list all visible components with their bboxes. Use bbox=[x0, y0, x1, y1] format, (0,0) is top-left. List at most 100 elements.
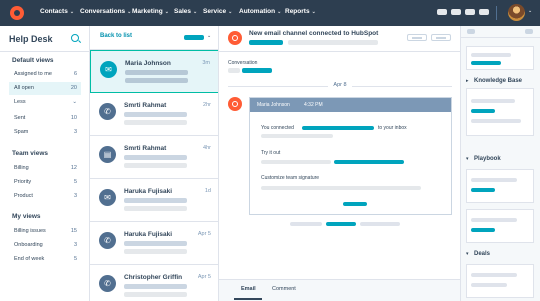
hubspot-sprocket-icon bbox=[228, 97, 242, 111]
chevron-down-icon: ⌄ bbox=[164, 9, 169, 15]
nav-sales[interactable]: Sales ⌄ bbox=[174, 8, 197, 15]
ticket-list: Back to list ⌄ ✉ Maria Johnson 3m ✆ Smrt… bbox=[90, 26, 219, 301]
message-line bbox=[261, 160, 331, 164]
phone-icon: ✆ bbox=[99, 275, 116, 292]
hubspot-sprocket-icon bbox=[228, 31, 242, 45]
nav-utility-button[interactable] bbox=[479, 9, 489, 15]
right-sidebar: ▸ Knowledge Base ▾ Playbook ▾ Deals bbox=[461, 26, 540, 301]
inbox-link[interactable] bbox=[302, 126, 374, 130]
ticket-item[interactable]: ✉ Haruka Fujisaki 1d bbox=[90, 179, 218, 222]
section-knowledge-base[interactable]: ▸ Knowledge Base bbox=[461, 75, 540, 89]
view-all-open[interactable]: All open 20 bbox=[9, 82, 81, 95]
info-card[interactable] bbox=[466, 46, 534, 70]
message-text: Try it out bbox=[261, 150, 281, 156]
knowledge-base-card[interactable] bbox=[466, 88, 534, 136]
ticket-item[interactable]: ✆ Haruka Fujisaki Apr 5 bbox=[90, 222, 218, 265]
ticket-preview-line bbox=[124, 284, 187, 289]
tab-comment[interactable]: Comment bbox=[272, 286, 296, 292]
ticket-preview-line bbox=[124, 163, 187, 168]
header-meta-line bbox=[288, 40, 378, 45]
sidebar-settings-button[interactable] bbox=[525, 29, 533, 34]
message-header: Maria Johnson 4:32 PM bbox=[250, 98, 451, 112]
view-label: Priority bbox=[14, 179, 32, 185]
ticket-contact-name: Haruka Fujisaki bbox=[124, 188, 173, 195]
nav-marketing[interactable]: Marketing ⌄ bbox=[132, 8, 169, 15]
view-end-of-week[interactable]: End of week 5 bbox=[9, 253, 81, 266]
view-billing-issues[interactable]: Billing issues 15 bbox=[9, 225, 81, 238]
view-onboarding[interactable]: Onboarding 3 bbox=[9, 239, 81, 252]
ticket-item[interactable]: ✆ Smrti Rahmat 2hr bbox=[90, 93, 218, 136]
card-link[interactable] bbox=[471, 228, 495, 232]
view-count: 3 bbox=[73, 242, 77, 248]
ticket-contact-name: Christopher Griffin bbox=[124, 274, 183, 281]
ticket-time: 1d bbox=[204, 188, 211, 194]
chevron-down-icon[interactable]: ⌄ bbox=[528, 8, 532, 14]
chevron-down-icon: ▾ bbox=[466, 251, 469, 257]
view-priority[interactable]: Priority 5 bbox=[9, 176, 81, 189]
view-assigned-to-me[interactable]: Assigned to me 6 bbox=[9, 68, 81, 81]
sort-dropdown[interactable] bbox=[184, 35, 204, 40]
message-footer-line bbox=[290, 222, 322, 226]
back-to-list-link[interactable]: Back to list bbox=[100, 33, 132, 39]
ticket-item[interactable]: ▤ Smrti Rahmat 4hr bbox=[90, 136, 218, 179]
card-link[interactable] bbox=[471, 61, 501, 65]
date-label: Apr 8 bbox=[333, 82, 347, 88]
view-less-toggle[interactable]: Less ⌄ bbox=[9, 96, 81, 109]
nav-automation[interactable]: Automation ⌄ bbox=[239, 8, 281, 15]
channel-indicator bbox=[228, 68, 240, 73]
message-line bbox=[261, 186, 421, 190]
nav-utility-button[interactable] bbox=[451, 9, 461, 15]
playbook-card[interactable] bbox=[466, 169, 534, 203]
ticket-item-selected[interactable]: ✉ Maria Johnson 3m bbox=[90, 50, 218, 93]
header-action-button[interactable] bbox=[431, 34, 451, 41]
user-avatar[interactable] bbox=[508, 4, 525, 21]
hubspot-logo-icon[interactable] bbox=[10, 6, 24, 20]
message-action-link[interactable] bbox=[343, 202, 367, 206]
view-billing[interactable]: Billing 12 bbox=[9, 162, 81, 175]
channel-pill[interactable] bbox=[242, 68, 272, 73]
nav-utility-button[interactable] bbox=[437, 9, 447, 15]
card-link[interactable] bbox=[471, 109, 495, 113]
chevron-down-icon: ⌄ bbox=[193, 9, 198, 15]
nav-utility-button[interactable] bbox=[465, 9, 475, 15]
ticket-item[interactable]: ✆ Christopher Griffin Apr 5 bbox=[90, 265, 218, 301]
chevron-down-icon[interactable]: ⌄ bbox=[207, 33, 211, 39]
search-icon[interactable] bbox=[71, 34, 79, 42]
status-pill[interactable] bbox=[249, 40, 283, 45]
view-spam[interactable]: Spam 3 bbox=[9, 126, 81, 139]
section-playbook[interactable]: ▾ Playbook bbox=[461, 153, 540, 167]
ticket-preview-line bbox=[124, 198, 187, 203]
card-line bbox=[471, 273, 517, 277]
playbook-card[interactable] bbox=[466, 209, 534, 243]
ticket-contact-name: Smrti Rahmat bbox=[124, 102, 167, 109]
nav-conversations[interactable]: Conversations ⌄ bbox=[80, 8, 131, 15]
view-count: 20 bbox=[70, 85, 77, 91]
nav-service[interactable]: Service ⌄ bbox=[203, 8, 232, 15]
card-link[interactable] bbox=[471, 188, 495, 192]
ticket-time: Apr 5 bbox=[197, 274, 211, 280]
section-deals[interactable]: ▾ Deals bbox=[461, 248, 540, 262]
nav-contacts[interactable]: Contacts ⌄ bbox=[40, 8, 74, 15]
header-action-button[interactable] bbox=[407, 34, 427, 41]
message-footer-link[interactable] bbox=[326, 222, 356, 226]
view-count: 12 bbox=[70, 165, 77, 171]
message-card: Maria Johnson 4:32 PM You connected to y… bbox=[249, 97, 452, 215]
try-it-link[interactable] bbox=[334, 160, 404, 164]
ticket-preview-line bbox=[125, 70, 188, 75]
divider bbox=[0, 51, 90, 52]
conversation-label: Conversation bbox=[228, 60, 258, 66]
view-count: 5 bbox=[73, 256, 77, 262]
ticket-time: Apr 5 bbox=[197, 231, 211, 237]
view-sent[interactable]: Sent 10 bbox=[9, 112, 81, 125]
view-label: Less bbox=[14, 99, 26, 105]
card-line bbox=[471, 283, 507, 287]
tab-email[interactable]: Email bbox=[241, 286, 256, 292]
group-default-views: Default views bbox=[12, 57, 54, 64]
deal-card[interactable] bbox=[466, 264, 534, 298]
email-icon: ✉ bbox=[99, 189, 116, 206]
chevron-down-icon: ⌄ bbox=[72, 99, 77, 105]
nav-reports[interactable]: Reports ⌄ bbox=[285, 8, 316, 15]
sidebar-toggle-button[interactable] bbox=[467, 29, 475, 34]
view-product[interactable]: Product 3 bbox=[9, 190, 81, 203]
group-my-views: My views bbox=[12, 213, 41, 220]
